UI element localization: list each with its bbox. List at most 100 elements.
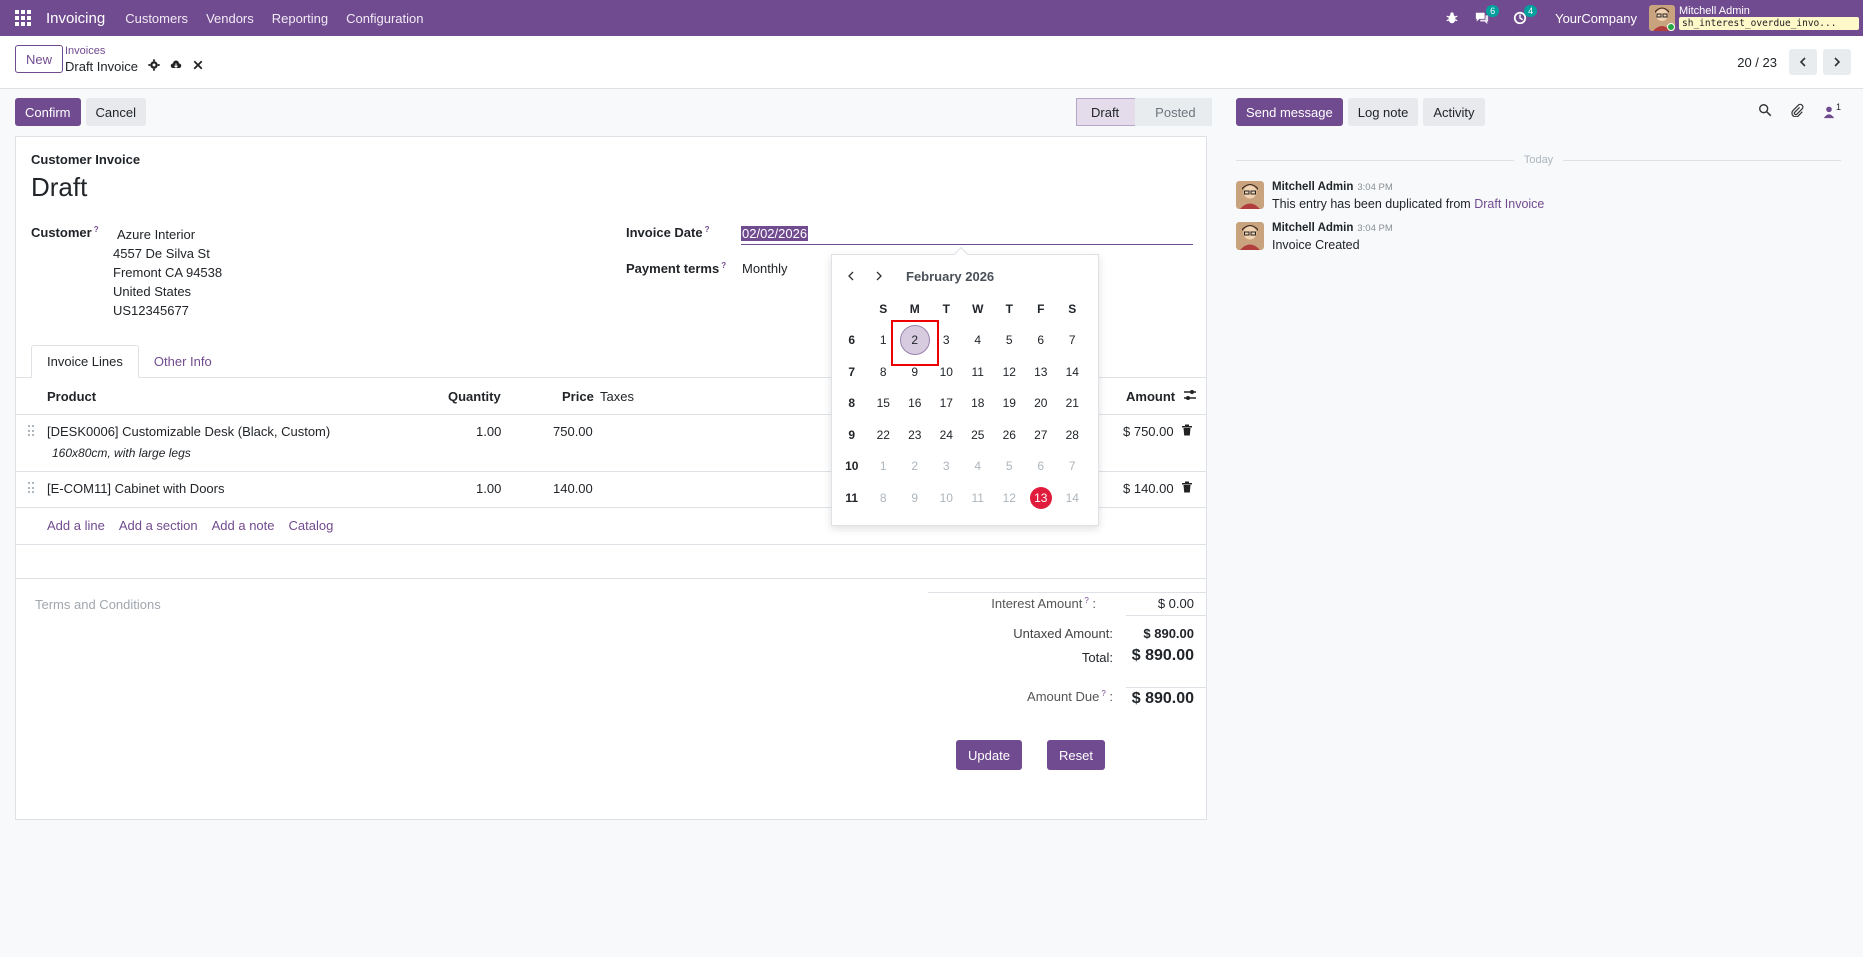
calendar-day[interactable]: 5 (994, 325, 1026, 357)
menu-reporting[interactable]: Reporting (272, 11, 328, 26)
breadcrumb-invoices[interactable]: Invoices (65, 45, 105, 57)
tab-other-info[interactable]: Other Info (139, 345, 227, 378)
line-description[interactable]: 160x80cm, with large legs (52, 446, 191, 460)
calendar-day[interactable]: 12 (994, 356, 1026, 388)
drag-handle-icon[interactable] (28, 425, 36, 437)
activity-button[interactable]: Activity (1423, 98, 1485, 126)
calendar-day[interactable]: 8 (868, 356, 900, 388)
user-name[interactable]: Mitchell Admin (1679, 6, 1859, 17)
status-posted[interactable]: Posted (1135, 98, 1212, 126)
calendar-day[interactable]: 1 (868, 325, 900, 357)
calendar-day[interactable]: 9 (899, 356, 931, 388)
calendar-day[interactable]: 25 (962, 419, 994, 451)
payment-terms-field[interactable]: Monthly (742, 261, 788, 276)
trash-icon[interactable] (1181, 481, 1193, 496)
column-price[interactable]: Price (562, 389, 594, 404)
invoice-date-input[interactable]: 02/02/2026 (741, 225, 1193, 245)
help-icon[interactable]: ? (705, 225, 710, 234)
optional-columns-icon[interactable] (1183, 388, 1197, 405)
message-link[interactable]: Draft Invoice (1474, 197, 1544, 211)
line-price[interactable]: 750.00 (553, 424, 593, 439)
calendar-day[interactable]: 28 (1057, 419, 1089, 451)
calendar-day-next-month[interactable]: 10 (931, 482, 963, 514)
apps-menu-icon[interactable] (0, 0, 46, 36)
calendar-day[interactable]: 10 (931, 356, 963, 388)
app-name[interactable]: Invoicing (46, 10, 105, 27)
search-icon[interactable] (1758, 103, 1772, 120)
reset-button[interactable]: Reset (1047, 740, 1105, 770)
calendar-day[interactable]: 20 (1025, 388, 1057, 420)
calendar-day-today[interactable]: 13 (1025, 482, 1057, 514)
message-author[interactable]: Mitchell Admin (1272, 181, 1353, 193)
activities-button[interactable]: 4 (1507, 0, 1538, 36)
help-icon[interactable]: ? (94, 225, 99, 234)
line-quantity[interactable]: 1.00 (476, 424, 501, 439)
customer-name[interactable]: Azure Interior (117, 225, 222, 244)
status-draft[interactable]: Draft (1076, 98, 1136, 126)
calendar-day-next-month[interactable]: 14 (1057, 482, 1089, 514)
update-button[interactable]: Update (956, 740, 1022, 770)
column-amount[interactable]: Amount (1126, 389, 1175, 404)
calendar-day[interactable]: 21 (1057, 388, 1089, 420)
terms-and-conditions-field[interactable]: Terms and Conditions (35, 597, 161, 612)
calendar-day-next-month[interactable]: 6 (1025, 451, 1057, 483)
discard-close-icon[interactable] (192, 59, 204, 74)
confirm-button[interactable]: Confirm (15, 98, 81, 126)
calendar-day[interactable]: 26 (994, 419, 1026, 451)
calendar-day[interactable]: 15 (868, 388, 900, 420)
calendar-day[interactable]: 23 (899, 419, 931, 451)
calendar-day[interactable]: 11 (962, 356, 994, 388)
pager-previous-button[interactable] (1789, 49, 1817, 75)
line-price[interactable]: 140.00 (553, 481, 593, 496)
datepicker-previous-month[interactable] (846, 269, 860, 283)
cancel-button[interactable]: Cancel (85, 98, 146, 126)
menu-customers[interactable]: Customers (125, 11, 188, 26)
line-product[interactable]: [DESK0006] Customizable Desk (Black, Cus… (47, 424, 330, 439)
calendar-day-next-month[interactable]: 7 (1057, 451, 1089, 483)
menu-vendors[interactable]: Vendors (206, 11, 254, 26)
calendar-day[interactable]: 22 (868, 419, 900, 451)
calendar-day-next-month[interactable]: 2 (899, 451, 931, 483)
gear-icon[interactable] (148, 59, 160, 74)
tab-invoice-lines[interactable]: Invoice Lines (31, 345, 139, 378)
calendar-day[interactable]: 14 (1057, 356, 1089, 388)
calendar-day-selected[interactable]: 2 (899, 325, 931, 357)
company-switcher[interactable]: YourCompany (1555, 11, 1637, 26)
message-author[interactable]: Mitchell Admin (1272, 222, 1353, 234)
menu-configuration[interactable]: Configuration (346, 11, 423, 26)
drag-handle-icon[interactable] (28, 482, 36, 494)
calendar-day[interactable]: 4 (962, 325, 994, 357)
calendar-day[interactable]: 13 (1025, 356, 1057, 388)
calendar-day-next-month[interactable]: 3 (931, 451, 963, 483)
calendar-day[interactable]: 7 (1057, 325, 1089, 357)
followers-button[interactable]: 1 (1822, 102, 1841, 119)
customer-address-block[interactable]: Azure Interior 4557 De Silva St Fremont … (113, 225, 222, 320)
send-message-button[interactable]: Send message (1236, 98, 1343, 126)
calendar-day-next-month[interactable]: 11 (962, 482, 994, 514)
calendar-day[interactable]: 16 (899, 388, 931, 420)
calendar-day-next-month[interactable]: 4 (962, 451, 994, 483)
calendar-day[interactable]: 6 (1025, 325, 1057, 357)
calendar-day-next-month[interactable]: 5 (994, 451, 1026, 483)
calendar-day-next-month[interactable]: 8 (868, 482, 900, 514)
new-button[interactable]: New (15, 45, 64, 73)
calendar-day[interactable]: 24 (931, 419, 963, 451)
calendar-day[interactable]: 3 (931, 325, 963, 357)
paperclip-icon[interactable] (1790, 103, 1804, 120)
help-icon[interactable]: ? (721, 261, 726, 270)
column-quantity[interactable]: Quantity (448, 389, 501, 404)
user-avatar[interactable] (1649, 5, 1675, 31)
pager-value[interactable]: 20 / 23 (1737, 55, 1777, 70)
log-note-button[interactable]: Log note (1347, 98, 1419, 126)
datepicker-next-month[interactable] (874, 269, 888, 283)
calendar-day-next-month[interactable]: 9 (899, 482, 931, 514)
column-product[interactable]: Product (47, 389, 96, 404)
column-taxes[interactable]: Taxes (600, 389, 634, 404)
messages-button[interactable]: 6 (1469, 0, 1500, 36)
catalog-link[interactable]: Catalog (289, 518, 334, 533)
calendar-day-next-month[interactable]: 12 (994, 482, 1026, 514)
add-note-link[interactable]: Add a note (212, 518, 275, 533)
debug-bug-icon[interactable] (1439, 0, 1465, 36)
avatar[interactable] (1236, 181, 1264, 209)
calendar-day[interactable]: 19 (994, 388, 1026, 420)
